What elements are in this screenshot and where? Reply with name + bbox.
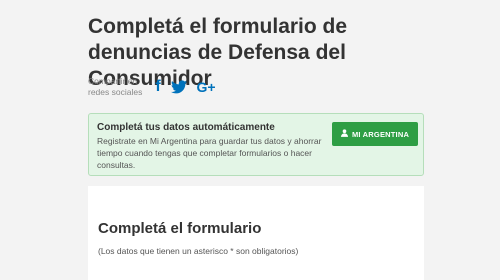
user-icon	[340, 129, 348, 139]
autofill-banner: Completá tus datos automáticamente Regis…	[88, 113, 424, 176]
mi-argentina-button[interactable]: MI ARGENTINA	[332, 122, 418, 146]
page: Completá el formulario de denuncias de D…	[0, 0, 500, 280]
form-title: Completá el formulario	[98, 220, 262, 237]
twitter-icon[interactable]	[170, 79, 188, 95]
google-plus-icon[interactable]: G+	[194, 79, 218, 95]
autofill-title: Completá tus datos automáticamente	[97, 122, 275, 133]
share-bar: Compartir en redes sociales f G+	[88, 72, 218, 102]
autofill-text: Registrate en Mi Argentina para guardar …	[97, 136, 322, 170]
required-fields-note: (Los datos que tienen un asterisco * son…	[98, 246, 299, 256]
form-card: Completá el formulario (Los datos que ti…	[88, 186, 424, 280]
share-label: Compartir en redes sociales	[88, 76, 143, 97]
facebook-icon[interactable]: f	[152, 78, 164, 96]
mi-argentina-label: MI ARGENTINA	[351, 129, 410, 139]
